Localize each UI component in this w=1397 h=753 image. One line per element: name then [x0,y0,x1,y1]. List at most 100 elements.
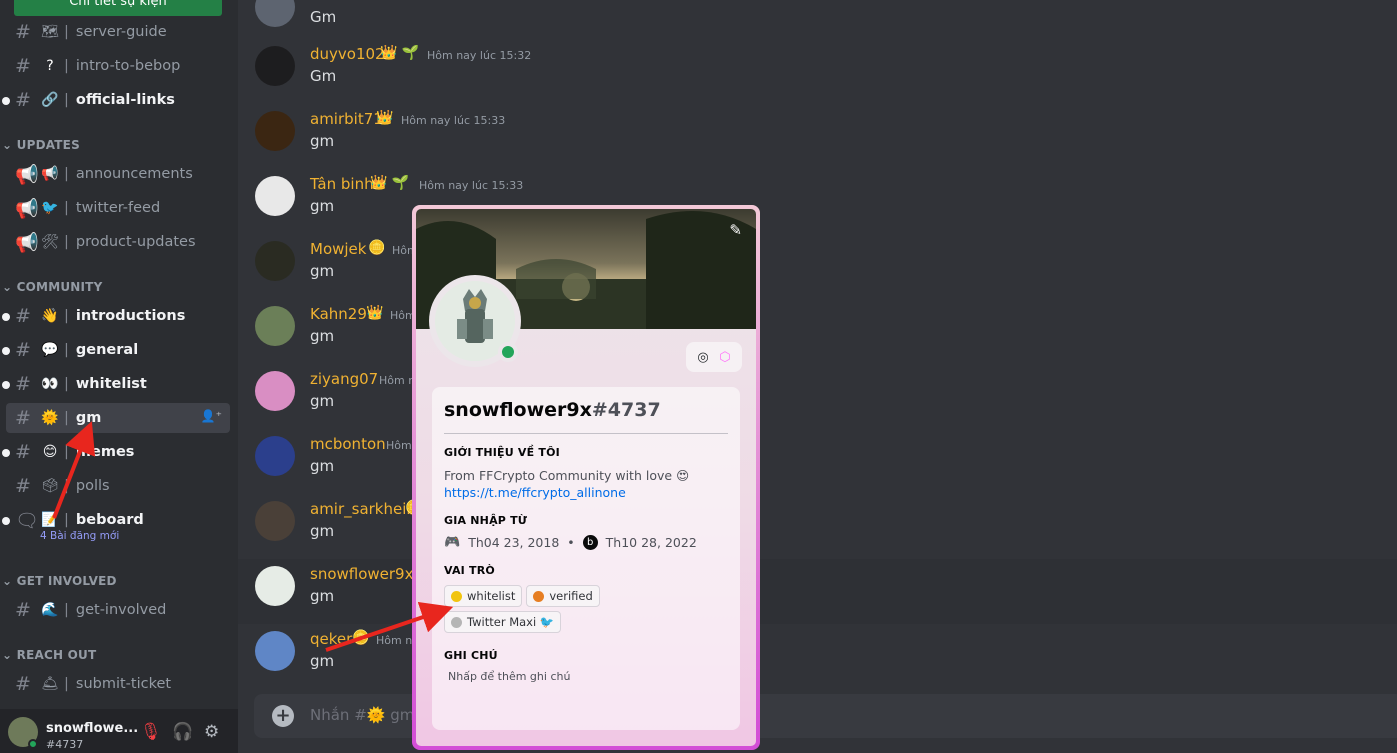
username[interactable]: Kahn29 [310,305,367,323]
avatar[interactable] [255,176,295,216]
user-profile-popout: ✎ ◎ ⬡ snowflower9x#4737 GIỚI THIỆU VỀ TÔ… [412,205,760,750]
wave-icon: 👋 [41,308,59,324]
crown-icon: 👑 [376,110,394,126]
role-color-dot [451,616,462,628]
avatar[interactable] [255,0,295,27]
avatar[interactable] [255,631,295,671]
divider [444,433,728,434]
unread-dot [2,381,10,389]
channel-product-updates[interactable]: 📢 🛠 | product-updates [6,227,230,257]
joined-server-date: Th10 28, 2022 [605,535,697,550]
category-community[interactable]: ⌄ COMMUNITY [2,280,102,294]
message-text: gm [310,522,335,540]
username[interactable]: amirbit71 [310,110,383,128]
channel-general[interactable]: # 💬 | general [2,335,230,365]
edit-profile-icon[interactable]: ✎ [729,221,742,239]
channel-whitelist[interactable]: # 👀 | whitelist [2,369,230,399]
channel-label: whitelist [75,376,147,392]
add-member-icon[interactable]: 👤⁺ [201,409,222,423]
channel-intro-to-bebop[interactable]: #? | intro-to-bebop [6,51,230,81]
event-details-button[interactable]: Chi tiết sự kiện [14,0,222,16]
hash-icon: # [15,373,31,395]
sun-icon: 🌞 [41,410,59,426]
channel-announcements[interactable]: 📢 📢 | announcements [6,159,230,189]
note-input[interactable]: Nhấp để thêm ghi chú [444,670,728,683]
crown-icon: 👑 🌱 [370,175,410,191]
username[interactable]: duyvo102 [310,45,385,63]
channel-label: official-links [75,92,175,108]
loudspeaker-icon: 📢 [41,166,59,182]
channel-memes[interactable]: # 😊 | memes [2,437,230,467]
channel-get-involved[interactable]: # 🌊 | get-involved [6,595,230,625]
about-text: From FFCrypto Community with love 😍 [444,468,690,483]
message-text: gm [310,392,335,410]
channel-label: announcements [75,166,193,182]
nitro-boost-icon[interactable]: ⬡ [719,350,730,365]
hash-icon: # [15,407,31,429]
channel-label: memes [75,444,135,460]
crown-icon: 👑 [366,305,384,321]
hash-icon: # [15,339,31,361]
profile-badges: ◎ ⬡ [686,342,742,372]
plus-icon[interactable]: + [272,705,294,727]
avatar[interactable] [255,566,295,606]
headphones-icon[interactable]: 🎧 [172,722,193,742]
category-get-involved[interactable]: ⌄ GET INVOLVED [2,574,117,588]
username[interactable]: amir_sarkheil [310,500,411,518]
message: amirbit71 👑 Hôm nay lúc 15:33 gm [238,104,1397,169]
role-color-dot [533,590,545,602]
profile-username: snowflower9x#4737 [444,399,661,421]
username[interactable]: Mowjek [310,240,366,258]
unread-dot [2,313,10,321]
channel-server-guide[interactable]: # 🗺 | server-guide [6,17,230,47]
megaphone-icon: 📢 [15,197,39,220]
avatar[interactable] [255,241,295,281]
coin-icon: 🪙 [368,240,386,256]
server-icon: b [582,535,598,550]
channel-gm[interactable]: # 🌞 | gm 👤⁺ [6,403,230,433]
avatar[interactable] [255,501,295,541]
channel-label: twitter-feed [75,200,161,216]
role-tag[interactable]: whitelist [444,585,523,607]
avatar[interactable] [255,436,295,476]
message-text: gm [310,197,335,215]
cardinal-bird-icon: 🐦 [539,615,555,629]
hash-icon: # [15,21,31,43]
online-status-dot [28,739,38,749]
channel-twitter-feed[interactable]: 📢 🐦 | twitter-feed [6,193,230,223]
hash-icon: # [15,305,31,327]
user-name[interactable]: snowflowe... [46,721,138,736]
about-title: GIỚI THIỆU VỀ TÔI [444,446,560,459]
discord-window: Chi tiết sự kiện # 🗺 | server-guide #? | intr… [0,0,1397,753]
channel-official-links[interactable]: # 🔗 | official-links [2,85,230,115]
timestamp: Hôm nay lúc 15:32 [427,49,532,62]
avatar[interactable] [255,371,295,411]
username[interactable]: Tân binh [310,175,374,193]
hypesquad-icon[interactable]: ◎ [697,350,708,365]
joined-discord-date: Th04 23, 2018 [468,535,560,550]
channel-label: gm [75,410,102,426]
speech-bubble-icon: 💬 [41,342,59,358]
channel-polls[interactable]: # 🗳 | polls [6,471,230,501]
ballot-box-icon: 🗳 [41,478,59,494]
avatar[interactable] [255,46,295,86]
about-link[interactable]: https://t.me/ffcrypto_allinone [444,485,728,500]
username[interactable]: snowflower9x [310,565,413,583]
channel-submit-ticket[interactable]: # 🛎 | submit-ticket [6,669,230,699]
role-tag[interactable]: Twitter Maxi 🐦 [444,611,562,633]
channel-label: polls [75,478,110,494]
avatar[interactable] [255,111,295,151]
role-tag[interactable]: verified [526,585,600,607]
avatar[interactable] [255,306,295,346]
joined-title: GIA NHẬP TỪ [444,514,528,527]
category-updates[interactable]: ⌄ UPDATES [2,138,80,152]
channel-introductions[interactable]: # 👋 | introductions [2,301,230,331]
gear-icon[interactable]: ⚙ [204,722,219,742]
mute-mic-icon[interactable]: 🎙 [140,722,162,742]
composer-placeholder: Nhắn #🌞 gm [310,706,415,724]
username[interactable]: qeker [310,630,352,648]
username[interactable]: mcbonton [310,435,386,453]
category-reach-out[interactable]: ⌄ REACH OUT [2,648,96,662]
new-posts-note[interactable]: 4 Bài đăng mới [40,530,119,542]
username[interactable]: ziyang07 [310,370,378,388]
